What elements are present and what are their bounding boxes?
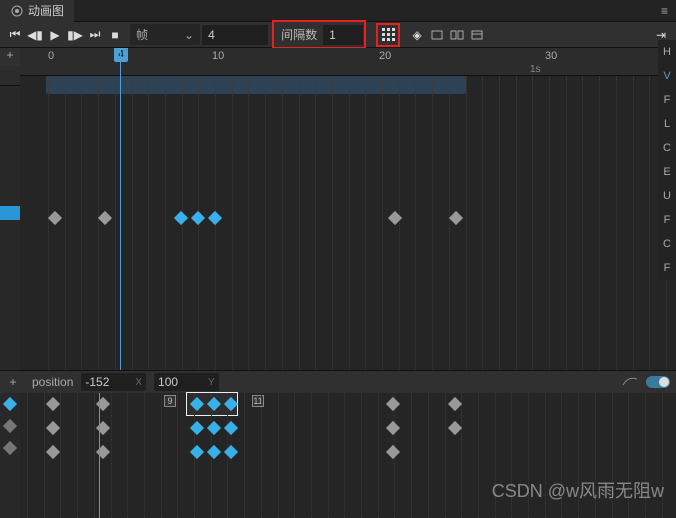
tick-second: 1s: [530, 64, 541, 75]
prev-frame-button[interactable]: ◀▮: [26, 26, 44, 44]
keyframe[interactable]: [208, 211, 222, 225]
curve-toggle[interactable]: [646, 376, 670, 388]
first-frame-button[interactable]: ⏮: [6, 26, 24, 44]
panel-a-button[interactable]: [428, 26, 446, 44]
keyframe-button[interactable]: ◈: [408, 26, 426, 44]
x-input[interactable]: X: [81, 373, 146, 391]
keyframe[interactable]: [96, 445, 110, 459]
keyframe[interactable]: [224, 445, 238, 459]
keyframe[interactable]: [448, 421, 462, 435]
keyframe[interactable]: [386, 397, 400, 411]
property-label: position: [32, 375, 73, 389]
tick-label: 30: [545, 50, 557, 62]
keyframe[interactable]: [98, 211, 112, 225]
y-value[interactable]: [158, 375, 204, 389]
keyframe[interactable]: [448, 397, 462, 411]
keyframe[interactable]: [449, 211, 463, 225]
right-panel-item[interactable]: F: [664, 94, 671, 106]
frame-unit-dropdown[interactable]: 帧 ⌄: [130, 24, 200, 45]
right-panel-item[interactable]: U: [663, 190, 671, 202]
y-axis-label: Y: [208, 377, 215, 388]
y-input[interactable]: Y: [154, 373, 219, 391]
main-timeline-area: + 0 10 20 30 1s 4: [0, 48, 676, 370]
animation-icon: [10, 4, 24, 18]
right-panel-item[interactable]: F: [664, 214, 671, 226]
x-axis-label: X: [135, 377, 142, 388]
keyframe[interactable]: [207, 421, 221, 435]
add-property-button[interactable]: +: [6, 375, 20, 389]
keyframe[interactable]: [386, 421, 400, 435]
keyframe[interactable]: [190, 445, 204, 459]
track-key-icon[interactable]: [3, 441, 17, 455]
grid-area[interactable]: [20, 76, 676, 370]
track-selector[interactable]: [0, 206, 20, 220]
interval-value-input[interactable]: [323, 25, 363, 45]
playhead-marker[interactable]: 4: [114, 48, 128, 62]
play-button[interactable]: ▶: [46, 26, 64, 44]
tick-label: 10: [212, 50, 224, 62]
timeline-ruler[interactable]: 0 10 20 30 1s 4: [20, 48, 676, 76]
tick-label: 20: [379, 50, 391, 62]
frame-number-box: 9: [164, 395, 176, 407]
frame-number-box: 11: [252, 395, 264, 407]
chevron-down-icon: ⌄: [184, 28, 194, 42]
right-panel-item[interactable]: C: [663, 238, 671, 250]
keyframe[interactable]: [224, 421, 238, 435]
keyframe[interactable]: [46, 445, 60, 459]
left-gutter: +: [0, 48, 20, 370]
curve-icon[interactable]: [622, 375, 638, 390]
grid-icon: [380, 26, 397, 43]
interval-highlight: 间隔数: [272, 20, 366, 49]
grid-snap-button[interactable]: [379, 26, 397, 44]
right-panel-item[interactable]: F: [664, 262, 671, 274]
right-panel-item[interactable]: L: [664, 118, 670, 130]
keyframe[interactable]: [96, 421, 110, 435]
panel-c-button[interactable]: [468, 26, 486, 44]
gutter-spacer: [0, 66, 20, 86]
snap-highlight: [376, 23, 400, 47]
frame-value-input[interactable]: [202, 25, 268, 45]
x-value[interactable]: [85, 375, 131, 389]
right-panel-item[interactable]: C: [663, 142, 671, 154]
stop-button[interactable]: ■: [106, 26, 124, 44]
keyframe[interactable]: [96, 397, 110, 411]
tab-animation[interactable]: 动画图: [0, 0, 74, 22]
bottom-gutter: [0, 393, 20, 518]
keyframe[interactable]: [207, 445, 221, 459]
track-key-icon[interactable]: [3, 419, 17, 433]
keyframe[interactable]: [174, 211, 188, 225]
keyframe[interactable]: [388, 211, 402, 225]
right-panel-item[interactable]: V: [663, 70, 670, 82]
last-frame-button[interactable]: ⏭: [86, 26, 104, 44]
keyframe[interactable]: [190, 421, 204, 435]
menu-icon[interactable]: ≡: [661, 4, 668, 18]
interval-label: 间隔数: [275, 23, 323, 46]
panel-b-button[interactable]: [448, 26, 466, 44]
right-panel-item[interactable]: H: [663, 46, 671, 58]
keyframe[interactable]: [46, 397, 60, 411]
toolbar: ⏮ ◀▮ ▶ ▮▶ ⏭ ■ 帧 ⌄ 间隔数 ◈ ⇥: [0, 22, 676, 48]
right-panel: HVFLCEUFCF: [658, 40, 676, 280]
watermark: CSDN @w风雨无阻w: [492, 477, 664, 503]
bottom-header: + position X Y: [0, 371, 676, 393]
keyframe[interactable]: [386, 445, 400, 459]
keyframe[interactable]: [191, 211, 205, 225]
add-track-button[interactable]: +: [0, 48, 20, 66]
next-frame-button[interactable]: ▮▶: [66, 26, 84, 44]
right-panel-item[interactable]: E: [663, 166, 670, 178]
tick-label: 0: [48, 50, 54, 62]
keyframe[interactable]: [48, 211, 62, 225]
tab-bar: 动画图 ≡: [0, 0, 676, 22]
keyframe[interactable]: [46, 421, 60, 435]
dropdown-label: 帧: [136, 26, 148, 43]
track-key-icon[interactable]: [3, 397, 17, 411]
tab-label: 动画图: [28, 2, 64, 19]
timeline[interactable]: 0 10 20 30 1s 4: [20, 48, 676, 370]
